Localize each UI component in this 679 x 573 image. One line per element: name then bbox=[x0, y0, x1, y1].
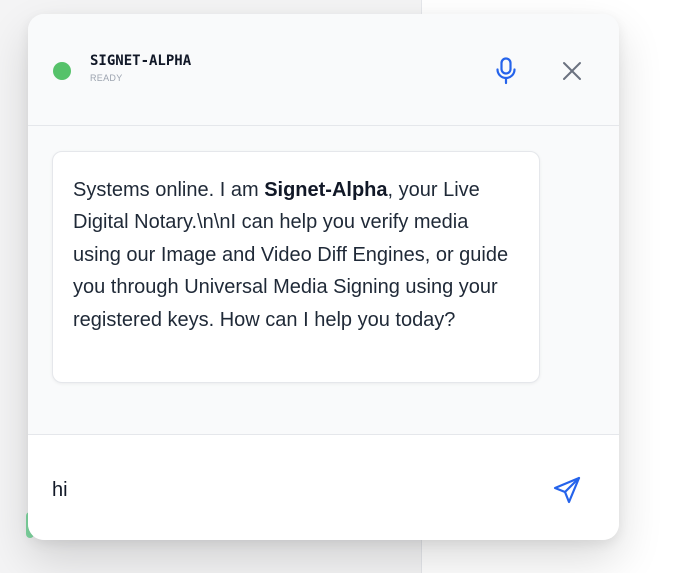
assistant-chat-panel: SIGNET-ALPHA READY Systems online. I am … bbox=[28, 14, 619, 540]
agent-status: READY bbox=[90, 73, 123, 83]
message-list: Systems online. I am Signet-Alpha, your … bbox=[28, 127, 619, 434]
microphone-button[interactable] bbox=[492, 56, 520, 86]
close-button[interactable] bbox=[558, 57, 586, 85]
agent-name: SIGNET-ALPHA bbox=[90, 53, 192, 69]
send-icon bbox=[553, 476, 581, 504]
chat-header: SIGNET-ALPHA READY bbox=[28, 14, 619, 126]
message-input[interactable] bbox=[52, 475, 532, 505]
send-button[interactable] bbox=[552, 475, 582, 505]
assistant-message: Systems online. I am Signet-Alpha, your … bbox=[52, 151, 540, 383]
microphone-icon bbox=[496, 57, 516, 85]
message-text-bold: Signet-Alpha bbox=[264, 179, 388, 201]
status-dot bbox=[53, 62, 71, 80]
message-text-start: Systems online. I am bbox=[73, 179, 265, 201]
message-text-rest: , your Live Digital Notary.\n\nI can hel… bbox=[73, 179, 509, 331]
message-composer bbox=[28, 434, 619, 540]
close-icon bbox=[563, 62, 581, 80]
